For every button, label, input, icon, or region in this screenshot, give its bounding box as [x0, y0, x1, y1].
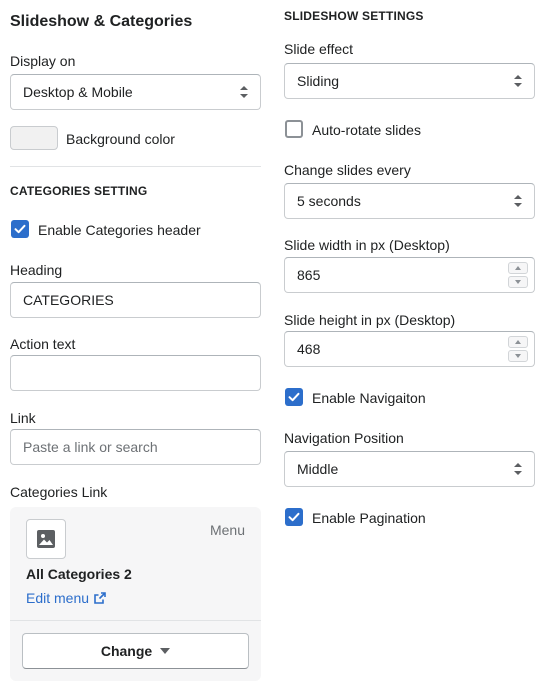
enable-pagination-label: Enable Pagination [312, 510, 426, 526]
section-divider [10, 166, 261, 167]
slide-height-value: 468 [297, 341, 321, 357]
slide-height-input[interactable]: 468 [284, 331, 535, 367]
slide-width-input[interactable]: 865 [284, 257, 535, 293]
heading-label: Heading [10, 262, 63, 278]
enable-navigation-checkbox[interactable] [285, 388, 303, 406]
link-input[interactable]: Paste a link or search [10, 429, 261, 465]
heading-input[interactable]: CATEGORIES [10, 282, 261, 318]
slide-effect-select[interactable]: Sliding [284, 63, 535, 99]
enable-navigation-label: Enable Navigaiton [312, 390, 426, 406]
enable-categories-header-label: Enable Categories header [38, 222, 201, 238]
change-slides-value: 5 seconds [297, 193, 361, 209]
slide-effect-value: Sliding [297, 73, 340, 89]
link-label: Link [10, 410, 36, 426]
slide-effect-label: Slide effect [284, 41, 354, 57]
action-text-label: Action text [10, 336, 76, 352]
panel-title: Slideshow & Categories [10, 13, 193, 30]
slide-width-label: Slide width in px (Desktop) [284, 237, 450, 253]
change-button[interactable]: Change [22, 633, 249, 669]
background-color-label: Background color [66, 131, 175, 147]
menu-name: All Categories 2 [26, 566, 132, 582]
stepper-up-button[interactable] [508, 336, 528, 348]
categories-setting-heading: CATEGORIES SETTING [10, 184, 148, 198]
slide-width-value: 865 [297, 267, 321, 283]
auto-rotate-checkbox[interactable] [285, 120, 303, 138]
slide-width-stepper [508, 262, 528, 288]
stepper-up-icon [515, 340, 521, 344]
checkmark-icon [14, 224, 26, 234]
display-on-label: Display on [10, 53, 76, 69]
select-arrows-icon [514, 463, 522, 475]
background-color-swatch[interactable] [10, 126, 58, 150]
stepper-down-icon [515, 280, 521, 284]
categories-link-label: Categories Link [10, 484, 108, 500]
display-on-value: Desktop & Mobile [23, 84, 133, 100]
select-arrows-icon [514, 195, 522, 207]
card-separator [10, 620, 261, 621]
checkmark-icon [288, 392, 300, 402]
menu-thumbnail [26, 519, 66, 559]
stepper-up-icon [515, 266, 521, 270]
stepper-down-icon [515, 354, 521, 358]
navigation-position-select[interactable]: Middle [284, 451, 535, 487]
display-on-select[interactable]: Desktop & Mobile [10, 74, 261, 110]
heading-input-value: CATEGORIES [23, 292, 114, 308]
slide-height-stepper [508, 336, 528, 362]
slideshow-settings-heading: SLIDESHOW SETTINGS [284, 9, 424, 23]
select-arrows-icon [240, 86, 248, 98]
edit-menu-link[interactable]: Edit menu [26, 590, 106, 606]
action-text-input[interactable] [10, 355, 261, 391]
change-slides-select[interactable]: 5 seconds [284, 183, 535, 219]
navigation-position-label: Navigation Position [284, 430, 404, 446]
menu-badge: Menu [209, 522, 245, 538]
navigation-position-value: Middle [297, 461, 339, 477]
auto-rotate-label: Auto-rotate slides [312, 122, 421, 138]
external-link-icon [94, 592, 106, 604]
edit-menu-label: Edit menu [26, 590, 90, 606]
enable-categories-header-checkbox[interactable] [11, 220, 29, 238]
caret-down-icon [160, 648, 171, 654]
image-icon [37, 530, 55, 548]
select-arrows-icon [514, 75, 522, 87]
stepper-down-button[interactable] [508, 350, 528, 362]
checkmark-icon [288, 512, 300, 522]
enable-pagination-checkbox[interactable] [285, 508, 303, 526]
slide-height-label: Slide height in px (Desktop) [284, 312, 456, 328]
categories-link-card: Menu All Categories 2 Edit menu Change [10, 507, 261, 681]
link-placeholder: Paste a link or search [23, 439, 158, 455]
stepper-down-button[interactable] [508, 276, 528, 288]
change-slides-label: Change slides every [284, 162, 411, 178]
stepper-up-button[interactable] [508, 262, 528, 274]
change-button-label: Change [100, 643, 153, 659]
